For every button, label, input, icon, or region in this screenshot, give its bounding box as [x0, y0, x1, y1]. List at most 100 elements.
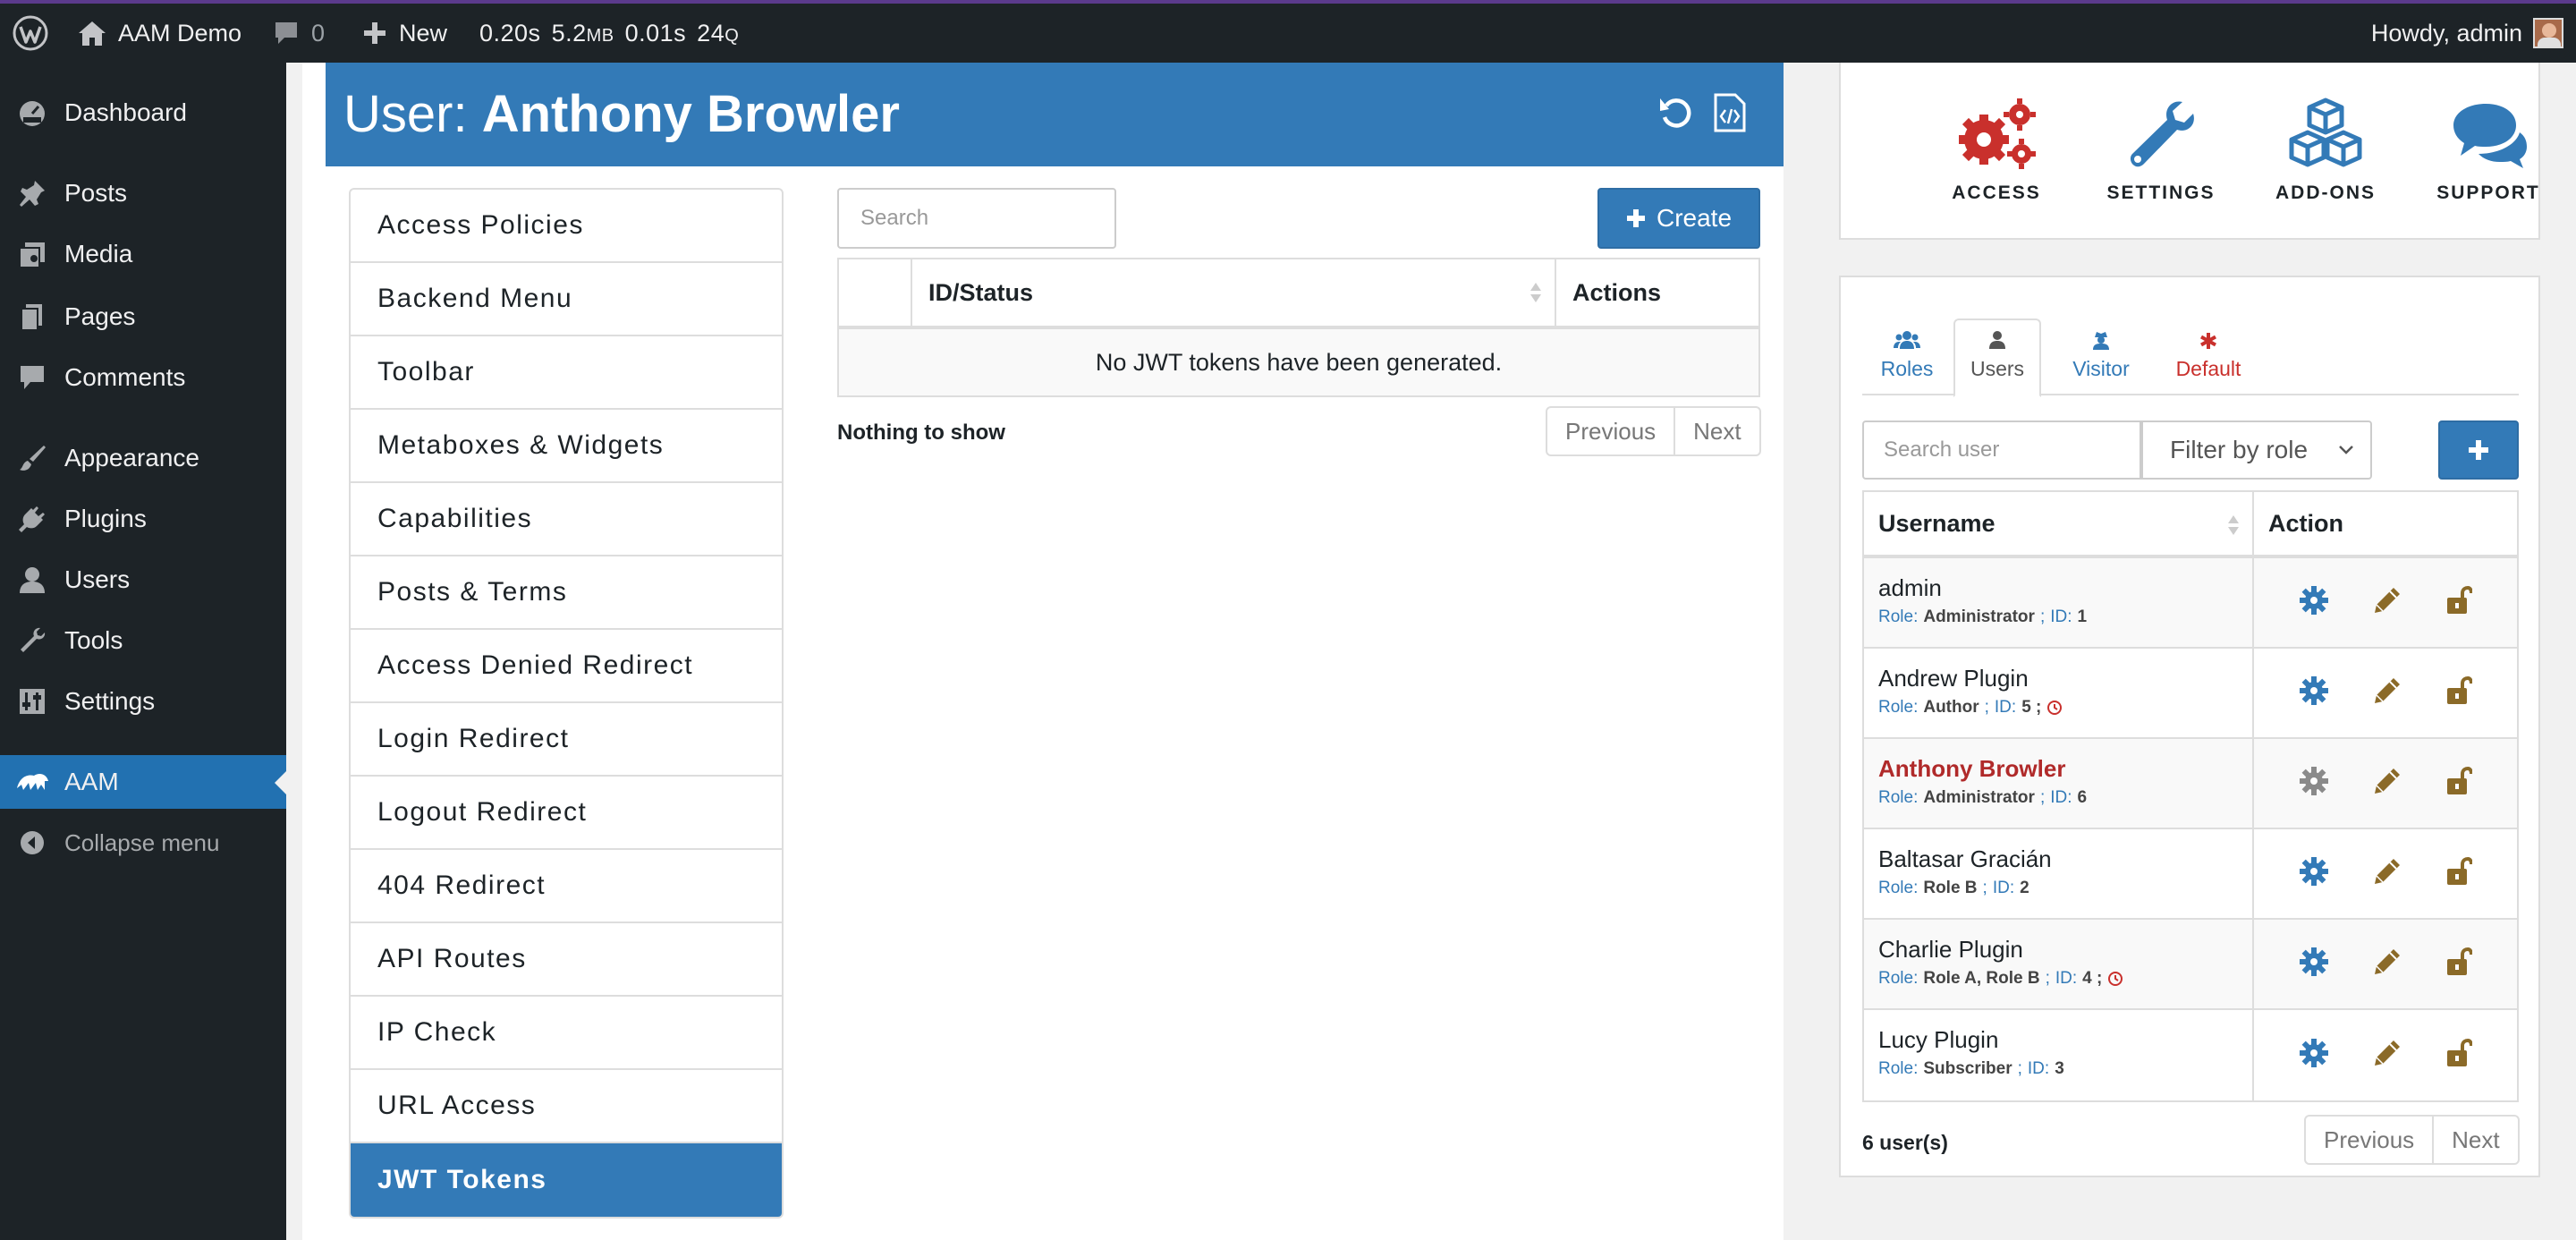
user-row: admin Role: Administrator; ID: 1 [1864, 558, 2517, 649]
users-group-icon [1894, 331, 1920, 349]
sidebar-item-settings[interactable]: Settings [0, 675, 286, 728]
stats-memory-unit: MB [586, 25, 614, 46]
id-label: ID: [1994, 698, 2017, 717]
col-username[interactable]: Username [1864, 492, 2254, 555]
add-user-button[interactable] [2438, 420, 2519, 480]
wordpress-icon[interactable] [13, 4, 48, 63]
role-filter-select[interactable]: Filter by role [2141, 420, 2372, 480]
lock-user-icon[interactable] [2445, 675, 2473, 710]
sidebar-item-pages[interactable]: Pages [0, 290, 286, 344]
manage-user-gear-icon[interactable] [2299, 856, 2329, 891]
feature-metaboxes-widgets[interactable]: Metaboxes & Widgets [351, 410, 782, 483]
new-label: New [399, 19, 448, 47]
lock-user-icon[interactable] [2445, 585, 2473, 620]
user-name[interactable]: Charlie Plugin [1878, 936, 2252, 964]
user-search-input[interactable] [1862, 420, 2141, 480]
sidebar-item-media[interactable]: Media [0, 227, 286, 281]
feature-api-routes[interactable]: API Routes [351, 923, 782, 997]
tab-users[interactable]: Users [1953, 318, 2041, 397]
user-actions [2254, 829, 2517, 918]
account-menu[interactable]: Howdy, admin [2371, 4, 2563, 63]
user-prev-button[interactable]: Previous [2306, 1117, 2435, 1163]
create-token-button[interactable]: Create [1597, 188, 1760, 249]
user-next-button[interactable]: Next [2434, 1117, 2517, 1163]
edit-user-pencil-icon[interactable] [2372, 675, 2402, 710]
feature-posts-terms[interactable]: Posts & Terms [351, 556, 782, 630]
feature-capabilities[interactable]: Capabilities [351, 483, 782, 556]
sidebar-item-comments[interactable]: Comments [0, 351, 286, 404]
user-count: 6 user(s) [1862, 1131, 1948, 1154]
user-id: 6 [2077, 788, 2088, 807]
tab-default[interactable]: Default [2159, 318, 2258, 395]
jwt-next-button[interactable]: Next [1675, 408, 1758, 454]
home-icon [79, 21, 106, 46]
edit-user-pencil-icon[interactable] [2372, 1038, 2402, 1073]
brush-icon [0, 443, 64, 473]
edit-user-pencil-icon[interactable] [2372, 766, 2402, 801]
sidebar-item-dashboard[interactable]: Dashboard [0, 86, 286, 140]
feature-backend-menu[interactable]: Backend Menu [351, 263, 782, 336]
jwt-col-status[interactable]: ID/Status [912, 259, 1556, 326]
export-code-button[interactable] [1707, 89, 1753, 136]
comments-link[interactable]: 0 [272, 4, 325, 63]
media-icon [0, 239, 64, 269]
new-content-link[interactable]: New [361, 4, 447, 63]
sidebar-item-users[interactable]: Users [0, 553, 286, 607]
sidebar-item-tools[interactable]: Tools [0, 614, 286, 667]
reset-button[interactable] [1653, 89, 1699, 136]
user-role: Subscriber [1923, 1059, 2012, 1078]
user-name[interactable]: Andrew Plugin [1878, 665, 2252, 692]
page-title-prefix: User: [343, 85, 468, 143]
feature-access-policies[interactable]: Access Policies [351, 190, 782, 263]
tab-roles[interactable]: Roles [1862, 318, 1952, 395]
user-role: Administrator [1923, 788, 2035, 807]
sidebar-item-appearance[interactable]: Appearance [0, 431, 286, 485]
aam-tiles: ACCESS SETTINGS ADD-ONS SUPPORT [1839, 63, 2540, 240]
tile-access[interactable]: ACCESS [1925, 97, 2068, 204]
lock-user-icon[interactable] [2445, 947, 2473, 981]
feature-ip-check[interactable]: IP Check [351, 997, 782, 1070]
manage-user-gear-icon[interactable] [2299, 1038, 2329, 1073]
manage-user-gear-icon[interactable] [2299, 675, 2329, 710]
feature-jwt-tokens[interactable]: JWT Tokens [351, 1143, 782, 1217]
tile-addons[interactable]: ADD-ONS [2254, 97, 2397, 204]
user-meta: Role: Administrator; ID: 6 [1878, 788, 2088, 807]
lock-user-icon[interactable] [2445, 1038, 2473, 1073]
stats-time: 0.20s [479, 19, 541, 47]
site-name-link[interactable]: AAM Demo [77, 4, 242, 63]
role-label: Role: [1878, 1059, 1919, 1078]
debug-stats[interactable]: 0.20s 5.2MB 0.01s 24Q [479, 4, 739, 63]
user-actions [2254, 649, 2517, 737]
jwt-search-input[interactable] [837, 188, 1116, 249]
lock-user-icon[interactable] [2445, 766, 2473, 801]
sidebar-item-plugins[interactable]: Plugins [0, 492, 286, 546]
page-title-name: Anthony Browler [481, 85, 900, 143]
edit-user-pencil-icon[interactable] [2372, 947, 2402, 981]
feature-404-redirect[interactable]: 404 Redirect [351, 850, 782, 923]
jwt-prev-button[interactable]: Previous [1547, 408, 1676, 454]
user-name[interactable]: Baltasar Gracián [1878, 845, 2252, 873]
manage-user-gear-icon[interactable] [2299, 947, 2329, 981]
edit-user-pencil-icon[interactable] [2372, 856, 2402, 891]
tile-settings[interactable]: SETTINGS [2089, 97, 2233, 204]
role-label: Role: [1878, 879, 1919, 897]
manage-user-gear-icon[interactable] [2299, 585, 2329, 620]
user-rows: admin Role: Administrator; ID: 1 Andrew Plugi… [1864, 558, 2517, 1100]
user-name: Anthony Browler [1878, 755, 2066, 782]
tab-visitor[interactable]: Visitor [2052, 318, 2150, 395]
user-name[interactable]: admin [1878, 574, 2252, 602]
feature-toolbar[interactable]: Toolbar [351, 336, 782, 410]
feature-url-access[interactable]: URL Access [351, 1070, 782, 1143]
feature-logout-redirect[interactable]: Logout Redirect [351, 777, 782, 850]
collapse-menu-button[interactable]: Collapse menu [0, 816, 286, 870]
feature-login-redirect[interactable]: Login Redirect [351, 703, 782, 777]
undo-icon [1660, 98, 1691, 128]
sidebar-item-aam[interactable]: AAM [0, 755, 286, 809]
edit-user-pencil-icon[interactable] [2372, 585, 2402, 620]
sidebar-item-posts[interactable]: Posts [0, 166, 286, 220]
tile-support[interactable]: SUPPORT [2417, 97, 2560, 204]
feature-access-denied-redirect[interactable]: Access Denied Redirect [351, 630, 782, 703]
user-name[interactable]: Lucy Plugin [1878, 1026, 2252, 1054]
lock-user-icon[interactable] [2445, 856, 2473, 891]
user-cell: Lucy Plugin Role: Subscriber; ID: 3 [1864, 1010, 2254, 1100]
